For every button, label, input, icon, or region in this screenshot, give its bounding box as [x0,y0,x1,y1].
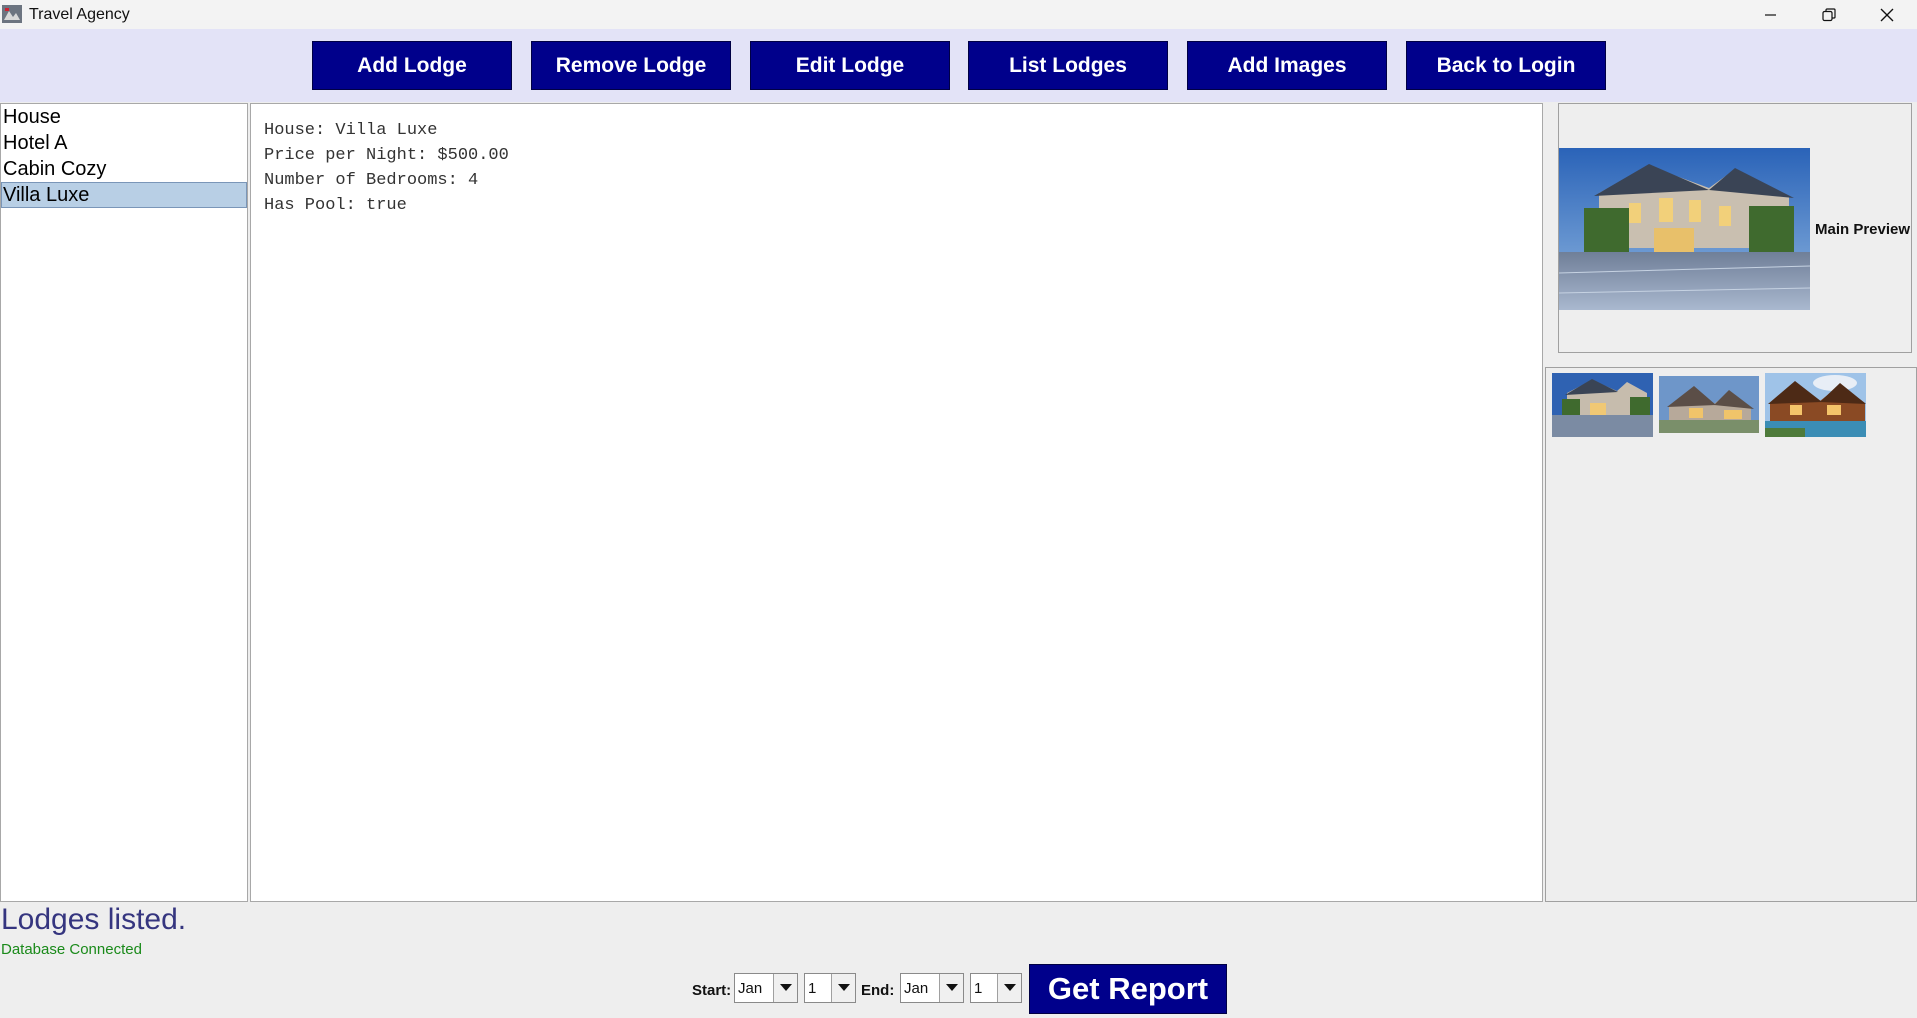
thumbnail-lodge[interactable] [1765,373,1866,437]
get-report-button[interactable]: Get Report [1029,964,1227,1014]
detail-line-name: House: Villa Luxe [264,121,438,140]
window-title: Travel Agency [29,6,130,23]
chevron-down-icon[interactable] [997,974,1021,1002]
main-preview-label: Main Preview [1815,221,1911,238]
toolbar: Add Lodge Remove Lodge Edit Lodge List L… [0,29,1917,102]
minimize-button[interactable] [1742,0,1800,29]
list-lodges-button[interactable]: List Lodges [968,41,1168,90]
chevron-down-icon[interactable] [939,974,963,1002]
back-to-login-button[interactable]: Back to Login [1406,41,1606,90]
end-day-value: 1 [974,980,983,997]
end-month-value: Jan [904,980,929,997]
add-images-button[interactable]: Add Images [1187,41,1387,90]
start-label: Start: [692,982,732,999]
remove-lodge-button[interactable]: Remove Lodge [531,41,731,90]
minimize-icon [1765,13,1776,16]
start-month-select[interactable]: Jan [734,973,798,1003]
lodge-details-text[interactable]: House: Villa Luxe Price per Night: $500.… [250,103,1543,902]
close-icon [1880,8,1894,21]
travel-agency-app-icon [2,5,22,23]
end-label: End: [861,982,895,999]
title-bar: Travel Agency [0,0,1917,29]
chevron-down-icon[interactable] [773,974,797,1002]
database-status: Database Connected [1,941,142,958]
lodge-list[interactable]: House Hotel A Cabin Cozy Villa Luxe [0,103,248,902]
detail-line-bedrooms: Number of Bedrooms: 4 [264,171,479,190]
thumbnail-house[interactable] [1659,376,1759,433]
start-day-select[interactable]: 1 [804,973,856,1003]
thumbnail-villa[interactable] [1552,373,1653,437]
thumbnail-panel [1545,367,1917,902]
list-item-hotel-a[interactable]: Hotel A [1,130,247,156]
list-item-cabin-cozy[interactable]: Cabin Cozy [1,156,247,182]
restore-icon [1822,7,1836,21]
add-lodge-button[interactable]: Add Lodge [312,41,512,90]
end-month-select[interactable]: Jan [900,973,964,1003]
close-button[interactable] [1858,0,1916,29]
start-day-value: 1 [808,980,817,997]
chevron-down-icon[interactable] [831,974,855,1002]
detail-line-pool: Has Pool: true [264,196,407,215]
main-preview-image [1559,148,1810,310]
list-item-house[interactable]: House [1,104,247,130]
edit-lodge-button[interactable]: Edit Lodge [750,41,950,90]
start-month-value: Jan [738,980,763,997]
detail-line-price: Price per Night: $500.00 [264,146,509,165]
status-message: Lodges listed. [1,903,187,936]
list-item-villa-luxe[interactable]: Villa Luxe [1,182,247,208]
end-day-select[interactable]: 1 [970,973,1022,1003]
restore-button[interactable] [1800,0,1858,29]
